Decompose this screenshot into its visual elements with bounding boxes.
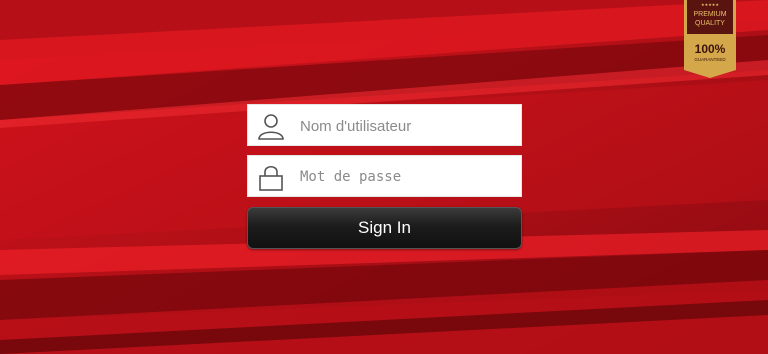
password-input[interactable] [298,156,520,198]
badge-percent: 100% [695,42,726,56]
username-input[interactable] [298,105,520,147]
badge-line1: PREMIUM [693,11,726,18]
user-icon [258,114,284,140]
lock-icon [259,165,283,191]
premium-quality-badge: ★★★★★ PREMIUM QUALITY 100% GUARANTEED [684,0,736,78]
sign-in-button[interactable]: Sign In [247,207,522,249]
badge-guarantee: GUARANTEED [694,57,726,62]
badge-stars: ★★★★★ [701,2,719,7]
username-field[interactable] [247,104,522,147]
badge-line2: QUALITY [695,20,725,27]
password-field[interactable] [247,155,522,198]
